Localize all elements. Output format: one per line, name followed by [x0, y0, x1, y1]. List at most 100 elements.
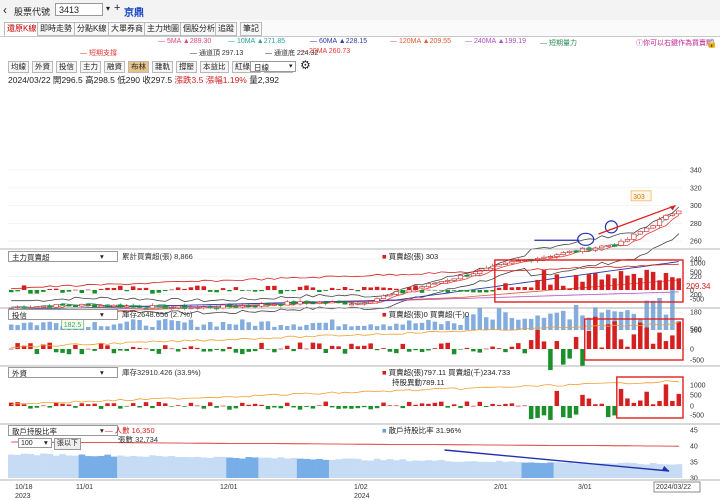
trust-bar	[8, 348, 14, 350]
candle-body	[104, 305, 111, 307]
tab-5[interactable]: 主力地圖	[144, 22, 182, 36]
trust-bar	[150, 349, 155, 352]
main-force-bar	[368, 287, 373, 290]
main-force-bar	[394, 288, 399, 290]
tab-2[interactable]: 即時走勢	[37, 22, 75, 36]
toolbar-button[interactable]: 均線	[8, 61, 29, 73]
main-force-bar	[471, 290, 476, 293]
retail-ratio-bar	[168, 456, 176, 478]
volume-bar	[304, 324, 309, 330]
trust-bar	[329, 345, 335, 349]
panel-caret-icon[interactable]: ▾	[100, 252, 104, 261]
toolbar-button[interactable]: 雜軌	[152, 61, 173, 73]
candle-body	[605, 245, 611, 247]
candle-body	[66, 304, 72, 307]
main-force-bar	[53, 288, 59, 290]
main-force-bar	[336, 289, 341, 290]
volume-bar	[201, 324, 207, 330]
panel-caret-icon[interactable]: ▾	[100, 368, 104, 377]
toolbar-button[interactable]: 融資	[104, 61, 125, 73]
foreign-bar	[73, 406, 78, 408]
threshold-caret-icon[interactable]: ▾	[44, 438, 48, 447]
panel3-legend-change: 持股異動789.11	[392, 378, 445, 387]
trust-bar	[432, 348, 438, 349]
candle-body	[599, 245, 605, 249]
trust-bar	[336, 346, 341, 349]
trust-bar	[323, 349, 328, 353]
foreign-bar	[496, 405, 502, 406]
plus-icon[interactable]: +	[114, 2, 120, 14]
trust-bar	[381, 348, 386, 349]
main-force-bar	[464, 290, 470, 292]
foreign-bar	[317, 405, 322, 406]
threshold-suffix[interactable]: 張以下	[54, 438, 81, 450]
foreign-bar	[548, 406, 553, 420]
gear-icon[interactable]: ⚙	[300, 58, 311, 72]
toolbar-button[interactable]: 外資	[32, 61, 53, 73]
period-caret-icon[interactable]: ▾	[289, 62, 293, 70]
toolbar-button[interactable]: 布林	[128, 61, 149, 73]
stock-code-label: 股票代號	[14, 7, 51, 17]
main-force-bar	[240, 290, 245, 291]
volume-bar	[496, 308, 502, 330]
main-force-bar	[426, 289, 431, 291]
candle-body	[567, 250, 573, 253]
main-force-bar	[47, 289, 52, 290]
volume-bar	[644, 300, 649, 330]
chart-area[interactable]: 340320300280260240220200180160182.530320…	[0, 84, 720, 500]
retail-ratio-bar	[85, 456, 92, 478]
stock-code-input[interactable]: 3413	[55, 3, 103, 16]
panel1-legend-net: ■ 買賣超(張) 303	[382, 252, 439, 261]
trust-bar	[362, 345, 367, 349]
candle-body	[464, 275, 470, 277]
foreign-bar	[567, 406, 572, 418]
tab-8[interactable]: 筆記	[240, 22, 262, 36]
foreign-bar	[252, 403, 258, 406]
foreign-bar	[599, 403, 605, 406]
retail-ratio-bar	[483, 461, 490, 478]
volume-bar	[413, 323, 418, 330]
toolbar-button[interactable]: 主力	[80, 61, 101, 73]
volume-bar	[323, 322, 328, 330]
ma-legend-item: — 120MA ▲209.55	[390, 38, 452, 45]
tab-7[interactable]: 追蹤	[215, 22, 237, 36]
panel-axis-label: 0	[690, 288, 694, 295]
volume-bar	[175, 320, 181, 330]
lock-icon[interactable]: 🔒	[706, 38, 717, 49]
panel3-legend-inventory: 庫存32910.426 (33.9%)	[122, 368, 201, 377]
toolbar-button[interactable]: 撐壓	[176, 61, 197, 73]
stock-name: 京鼎	[124, 8, 144, 19]
foreign-bar	[580, 394, 585, 406]
retail-ratio-bar	[560, 462, 567, 478]
main-force-bar	[278, 290, 284, 294]
tab-1[interactable]: 還原K線	[4, 22, 40, 36]
retail-ratio-bar	[27, 453, 34, 478]
foreign-bar	[60, 403, 65, 406]
retail-ratio-bar	[181, 457, 189, 478]
volume-bar	[297, 326, 303, 330]
main-force-bar	[503, 283, 508, 290]
tab-4[interactable]: 大單券商	[108, 22, 146, 36]
panel-caret-icon[interactable]: ▾	[100, 310, 104, 319]
candle-body	[425, 283, 431, 287]
trust-bar	[638, 322, 643, 349]
main-force-bar	[41, 290, 46, 292]
ma-legend-item: — 通道頂 297.13	[190, 50, 244, 57]
panel-caret-icon[interactable]: ▾	[100, 426, 104, 435]
volume-bar	[233, 324, 239, 330]
candle-body	[656, 219, 663, 226]
volume-bar	[34, 325, 40, 330]
caret-down-icon[interactable]: ▾	[106, 4, 110, 13]
tab-6[interactable]: 個股分析	[180, 22, 218, 36]
main-force-bar	[445, 290, 450, 293]
foreign-bar	[419, 403, 425, 406]
main-force-bar	[413, 285, 418, 290]
retail-ratio-bar	[123, 456, 131, 478]
tab-3[interactable]: 分點K線	[74, 22, 110, 36]
toolbar-button[interactable]: 投信	[56, 61, 77, 73]
volume-bar	[451, 323, 457, 330]
chevron-left-icon[interactable]: ‹	[3, 3, 7, 17]
volume-bar	[317, 322, 322, 330]
foreign-bar	[220, 405, 226, 407]
toolbar-button[interactable]: 本益比	[200, 61, 229, 73]
